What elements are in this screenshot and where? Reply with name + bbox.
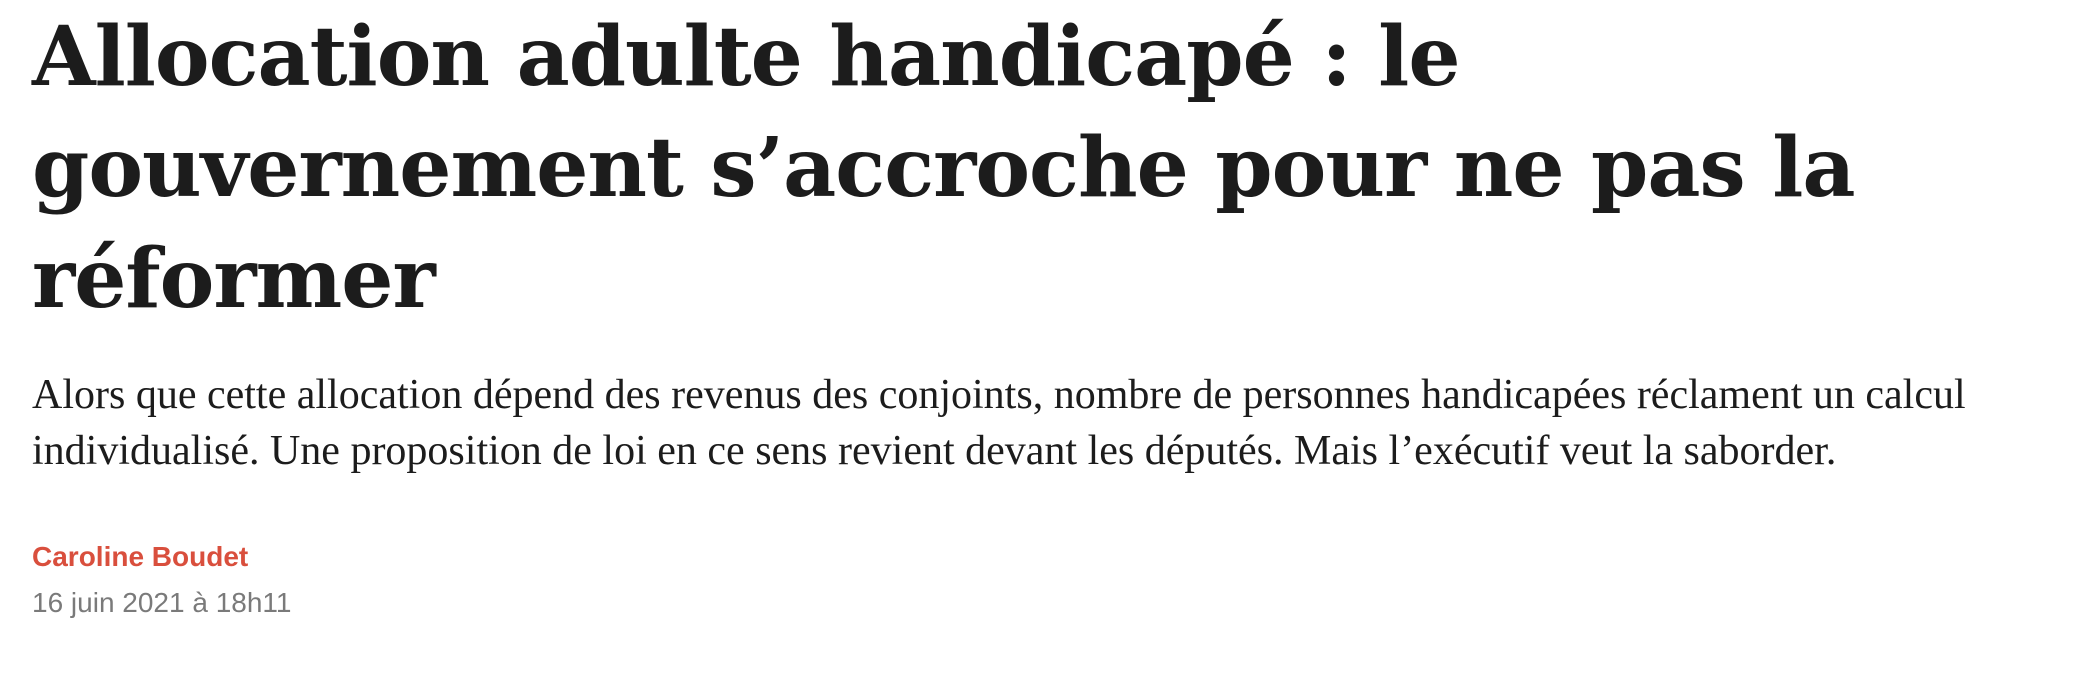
publish-date: 16 juin 2021 à 18h11 bbox=[32, 587, 292, 618]
article-title: Allocation adulte handicapé : le gouvern… bbox=[32, 9, 1856, 327]
author-link[interactable]: Caroline Boudet bbox=[32, 539, 248, 575]
article-header: Allocation adulte handicapé : le gouvern… bbox=[32, 0, 2072, 621]
article-lede: Alors que cette allocation dépend des re… bbox=[32, 372, 1966, 474]
byline: Caroline Boudet 16 juin 2021 à 18h11 bbox=[32, 539, 2072, 621]
